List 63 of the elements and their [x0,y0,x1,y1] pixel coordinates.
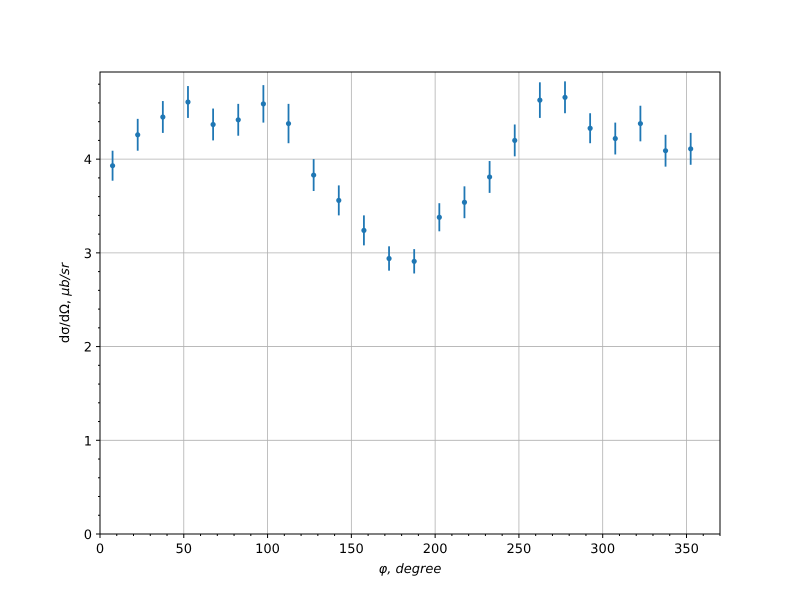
data-point [311,159,316,192]
point [210,122,216,128]
data-point [160,101,166,133]
data-point [638,106,643,142]
point [612,136,618,142]
x-tick-label: 0 [96,542,104,557]
data-point [236,104,241,136]
point [185,99,191,105]
point [688,146,694,152]
x-axis-label: φ, degree [378,562,442,578]
data-point [110,150,116,181]
data-point [462,186,468,218]
data-point [487,161,492,193]
data-point [286,104,292,144]
x-tick-label: 250 [506,542,532,557]
point [311,172,316,178]
point [662,148,668,154]
point [236,117,241,122]
point [512,138,518,144]
y-tick-label: 0 [84,528,92,543]
point [537,98,542,103]
data-point [361,215,367,246]
data-point [688,132,694,165]
point [462,200,468,205]
x-tick-label: 200 [422,542,448,557]
data-point [612,122,618,154]
point [110,163,116,168]
data-point [210,108,216,140]
x-tick-label: 300 [590,542,616,557]
data-point [537,82,542,118]
data-point [412,249,417,274]
point [412,258,417,264]
y-axis-label: dσ/dΩ, μb/sr [58,262,74,344]
x-tick-label: 150 [338,542,364,557]
data-point [135,118,140,151]
point [562,94,568,100]
data-point [512,124,518,156]
data-point [662,134,668,167]
data-point [436,203,442,232]
y-tick-label: 3 [84,246,92,262]
point [336,198,342,203]
x-tick-label: 50 [176,542,192,557]
point [638,120,644,126]
point [260,101,266,106]
data-point [386,246,392,271]
point [386,256,392,262]
y-tick-label: 4 [84,153,92,168]
x-tick-label: 350 [674,542,699,557]
y-tick-label: 1 [84,434,92,450]
point [588,126,593,131]
point [160,114,166,120]
point [486,174,492,180]
data-point [588,113,593,144]
data-point [562,81,568,114]
point [135,132,140,138]
point [286,120,292,126]
point [436,214,442,220]
data-point [185,86,191,118]
point [361,228,367,233]
data-point [260,85,266,123]
y-tick-label: 2 [84,340,92,356]
x-tick-label: 100 [255,542,280,557]
data-point [336,185,342,216]
